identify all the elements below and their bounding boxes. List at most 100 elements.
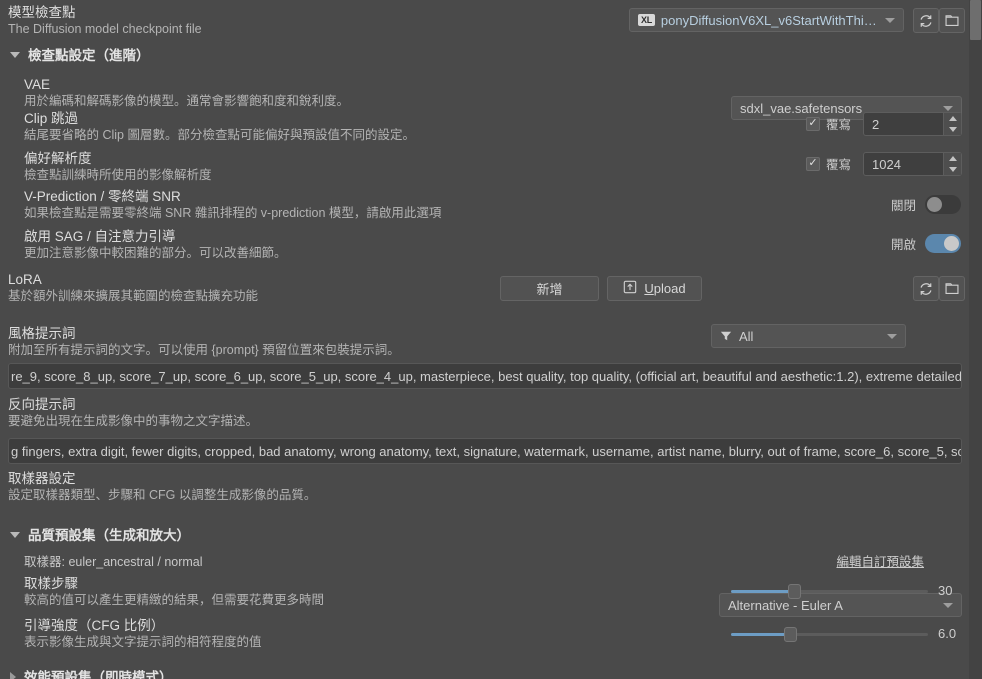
performance-preset-header[interactable]: 效能預設集（即時模式） bbox=[10, 666, 173, 679]
checkmark-icon: ✓ bbox=[806, 156, 820, 171]
folder-icon bbox=[945, 14, 959, 27]
checkpoint-value: ponyDiffusionV6XL_v6StartWithThisOne bbox=[660, 12, 879, 28]
cfg-value: 6.0 bbox=[938, 626, 957, 641]
v-prediction-label-block: V-Prediction / 零終端 SNR 如果檢查點是需要零終端 SNR 雜… bbox=[24, 188, 441, 221]
lora-filter-dropdown[interactable]: All bbox=[711, 324, 906, 348]
folder-icon bbox=[945, 282, 959, 295]
chevron-right-icon bbox=[10, 671, 16, 679]
clip-skip-stepper[interactable]: 2 bbox=[863, 112, 962, 136]
caret-down-icon bbox=[948, 127, 957, 132]
lora-upload-label: Upload bbox=[644, 281, 686, 296]
sag-toggle-row[interactable]: 開啟 bbox=[891, 234, 962, 253]
sampler-info-line: 取樣器: euler_ancestral / normal bbox=[24, 555, 203, 569]
style-prompt-value: re_9, score_8_up, score_7_up, score_6_up… bbox=[11, 368, 962, 384]
cfg-label-block: 引導強度（CFG 比例） 表示影像生成與文字提示詞的相符程度的值 bbox=[24, 617, 262, 650]
vae-label-block: VAE 用於編碼和解碼影像的模型。通常會影響飽和度和銳利度。 bbox=[24, 76, 349, 109]
slider-knob[interactable] bbox=[784, 626, 798, 642]
steps-desc: 較高的值可以產生更精緻的結果，但需要花費更多時間 bbox=[24, 593, 325, 607]
chevron-down-icon bbox=[885, 17, 895, 23]
sag-desc: 更加注意影像中較困難的部分。可以改善細節。 bbox=[24, 246, 287, 260]
v-prediction-toggle-row[interactable]: 關閉 bbox=[891, 195, 962, 214]
sag-toggle[interactable] bbox=[925, 234, 962, 253]
chevron-down-icon bbox=[10, 532, 20, 538]
chevron-down-icon bbox=[887, 333, 897, 339]
vae-title: VAE bbox=[24, 77, 51, 92]
caret-down-icon bbox=[948, 167, 957, 172]
steps-title: 取樣步驟 bbox=[24, 576, 78, 591]
toggle-knob bbox=[944, 236, 960, 251]
sag-label-block: 啟用 SAG / 自注意力引導 更加注意影像中較困難的部分。可以改善細節。 bbox=[24, 228, 287, 261]
resolution-desc: 檢查點訓練時所使用的影像解析度 bbox=[24, 168, 212, 182]
negative-prompt-input[interactable]: g fingers, extra digit, fewer digits, cr… bbox=[8, 438, 962, 464]
checkpoint-dropdown[interactable]: XL ponyDiffusionV6XL_v6StartWithThisOne bbox=[629, 8, 904, 32]
advanced-section-header[interactable]: 檢查點設定（進階） bbox=[10, 44, 150, 64]
performance-preset-title: 效能預設集（即時模式） bbox=[24, 670, 173, 679]
lora-label-block: LoRA 基於額外訓練來擴展其範圍的檢查點擴充功能 bbox=[8, 271, 258, 304]
clip-skip-override-checkbox[interactable]: ✓ 覆寫 bbox=[806, 114, 851, 133]
toggle-knob bbox=[927, 197, 943, 212]
upload-icon bbox=[623, 280, 637, 297]
caret-up-icon bbox=[948, 116, 957, 121]
cfg-desc: 表示影像生成與文字提示詞的相符程度的值 bbox=[24, 635, 262, 649]
steps-label-block: 取樣步驟 較高的值可以產生更精緻的結果，但需要花費更多時間 bbox=[24, 575, 324, 608]
refresh-icon bbox=[919, 282, 933, 296]
checkpoint-refresh-button[interactable] bbox=[913, 8, 939, 33]
checkpoint-label-block: 模型檢查點 The Diffusion model checkpoint fil… bbox=[8, 4, 202, 37]
settings-content: 模型檢查點 The Diffusion model checkpoint fil… bbox=[0, 0, 968, 679]
sampler-section-label-block: 取樣器設定 設定取樣器類型、步驟和 CFG 以調整生成影像的品質。 bbox=[8, 470, 316, 503]
cfg-title: 引導強度（CFG 比例） bbox=[24, 618, 165, 633]
settings-panel: 模型檢查點 The Diffusion model checkpoint fil… bbox=[0, 0, 982, 679]
style-prompt-desc: 附加至所有提示詞的文字。可以使用 {prompt} 預留位置來包裝提示詞。 bbox=[8, 343, 400, 357]
xl-badge: XL bbox=[638, 14, 655, 26]
resolution-override-checkbox[interactable]: ✓ 覆寫 bbox=[806, 154, 851, 173]
lora-folder-button[interactable] bbox=[939, 276, 965, 301]
slider-knob[interactable] bbox=[788, 583, 802, 599]
clip-skip-title: Clip 跳過 bbox=[24, 111, 79, 126]
clip-skip-label-block: Clip 跳過 結尾要省略的 Clip 圖層數。部分檢查點可能偏好與預設值不同的… bbox=[24, 110, 415, 143]
clip-skip-value: 2 bbox=[872, 116, 880, 132]
style-prompt-label-block: 風格提示詞 附加至所有提示詞的文字。可以使用 {prompt} 預留位置來包裝提… bbox=[8, 325, 400, 358]
sampler-section-desc: 設定取樣器類型、步驟和 CFG 以調整生成影像的品質。 bbox=[8, 488, 317, 502]
edit-custom-presets-link[interactable]: 編輯自訂預設集 bbox=[836, 551, 924, 570]
lora-upload-button[interactable]: Upload bbox=[607, 276, 702, 301]
chevron-down-icon bbox=[10, 52, 20, 58]
vae-desc: 用於編碼和解碼影像的模型。通常會影響飽和度和銳利度。 bbox=[24, 94, 350, 108]
refresh-icon bbox=[919, 14, 933, 28]
lora-add-label: 新增 bbox=[536, 282, 563, 297]
resolution-title: 偏好解析度 bbox=[24, 151, 92, 166]
v-prediction-desc: 如果檢查點是需要零終端 SNR 雜訊排程的 v-prediction 模型，請啟… bbox=[24, 206, 442, 220]
lora-title: LoRA bbox=[8, 272, 42, 287]
resolution-value: 1024 bbox=[872, 156, 901, 172]
slider-fill bbox=[731, 589, 795, 593]
lora-add-button[interactable]: 新增 bbox=[500, 276, 599, 301]
checkpoint-folder-button[interactable] bbox=[939, 8, 965, 33]
chevron-down-icon bbox=[943, 105, 953, 111]
v-prediction-toggle[interactable] bbox=[925, 195, 962, 214]
steps-slider[interactable] bbox=[731, 582, 928, 600]
lora-filter-value: All bbox=[739, 328, 754, 344]
advanced-section-title: 檢查點設定（進階） bbox=[28, 48, 150, 63]
vertical-scrollbar[interactable] bbox=[969, 0, 982, 679]
filter-icon bbox=[720, 330, 732, 342]
negative-prompt-title: 反向提示詞 bbox=[8, 397, 76, 412]
style-prompt-title: 風格提示詞 bbox=[8, 326, 76, 341]
style-prompt-input[interactable]: re_9, score_8_up, score_7_up, score_6_up… bbox=[8, 363, 962, 389]
quality-preset-header[interactable]: 品質預設集（生成和放大） bbox=[10, 524, 190, 544]
checkpoint-title: 模型檢查點 bbox=[8, 5, 76, 20]
caret-up-icon bbox=[948, 156, 957, 161]
negative-prompt-desc: 要避免出現在生成影像中的事物之文字描述。 bbox=[8, 414, 259, 428]
lora-refresh-button[interactable] bbox=[913, 276, 939, 301]
scrollbar-thumb[interactable] bbox=[970, 0, 981, 40]
clip-skip-desc: 結尾要省略的 Clip 圖層數。部分檢查點可能偏好與預設值不同的設定。 bbox=[24, 128, 415, 142]
clip-skip-stepper-arrows[interactable] bbox=[943, 113, 961, 135]
resolution-stepper-arrows[interactable] bbox=[943, 153, 961, 175]
negative-prompt-label-block: 反向提示詞 要避免出現在生成影像中的事物之文字描述。 bbox=[8, 396, 258, 429]
checkpoint-desc: The Diffusion model checkpoint file bbox=[8, 22, 202, 36]
chevron-down-icon bbox=[943, 602, 953, 608]
resolution-stepper[interactable]: 1024 bbox=[863, 152, 962, 176]
resolution-override-label: 覆寫 bbox=[826, 158, 852, 172]
resolution-label-block: 偏好解析度 檢查點訓練時所使用的影像解析度 bbox=[24, 150, 212, 183]
cfg-slider[interactable] bbox=[731, 625, 928, 643]
slider-fill bbox=[731, 632, 791, 636]
v-prediction-state-label: 關閉 bbox=[891, 199, 917, 213]
